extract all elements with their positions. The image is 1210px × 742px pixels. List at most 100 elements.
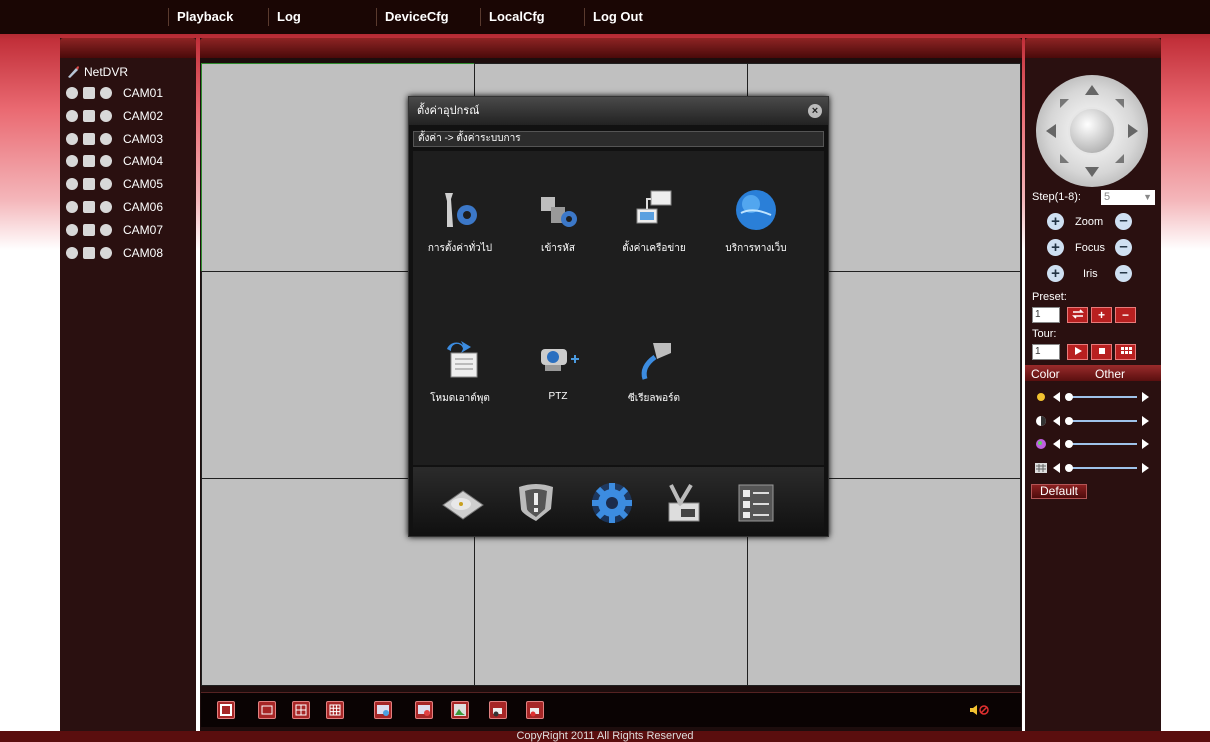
record-icon[interactable] (83, 132, 95, 145)
arrow-right-icon[interactable] (1142, 463, 1149, 473)
camera-item[interactable]: CAM01 (66, 85, 163, 101)
focus-in-button[interactable]: + (1047, 239, 1064, 256)
nav-localcfg[interactable]: LocalCfg (480, 8, 545, 26)
general-settings-item[interactable]: การตั้งค่าทั่วไป (415, 187, 505, 256)
stop-icon[interactable] (66, 201, 78, 213)
iris-open-button[interactable]: + (1047, 265, 1064, 282)
record-icon[interactable] (83, 87, 95, 99)
record-button[interactable] (489, 701, 507, 719)
tour-play-button[interactable] (1067, 344, 1088, 360)
camera-item[interactable]: CAM07 (66, 222, 163, 238)
camera-item[interactable]: CAM08 (66, 245, 163, 261)
zoom-in-button[interactable]: + (1047, 213, 1064, 230)
record-icon[interactable] (83, 223, 95, 236)
ptz-center-button[interactable] (1068, 107, 1116, 155)
network-settings-label: ตั้งค่าเครือข่าย (622, 243, 686, 254)
layout-1-button[interactable] (258, 701, 276, 719)
play-icon[interactable] (100, 246, 112, 259)
record-icon[interactable] (83, 178, 95, 191)
hard-disk-icon[interactable] (439, 481, 485, 525)
hue-slider[interactable] (1053, 463, 1149, 473)
snapshot-button[interactable] (451, 701, 469, 719)
play-icon[interactable] (100, 109, 112, 122)
stop-icon[interactable] (66, 87, 78, 99)
tour-list-button[interactable] (1115, 344, 1136, 360)
saturation-slider[interactable] (1053, 439, 1149, 449)
checklist-icon[interactable] (733, 481, 779, 525)
nav-log[interactable]: Log (268, 8, 301, 26)
encoding-item[interactable]: เข้ารหัส (513, 187, 603, 256)
settings-gear-icon[interactable] (589, 481, 635, 525)
stop-icon[interactable] (66, 178, 78, 191)
play-icon[interactable] (100, 201, 112, 213)
record-icon[interactable] (83, 109, 95, 122)
record-icon[interactable] (83, 155, 95, 168)
dialog-title: ตั้งค่าอุปกรณ์ (417, 105, 480, 117)
layout-4-button[interactable] (292, 701, 310, 719)
ptz-label: PTZ (548, 391, 568, 402)
tour-input[interactable]: 1 (1032, 344, 1060, 360)
play-icon[interactable] (100, 132, 112, 145)
network-settings-item[interactable]: ตั้งค่าเครือข่าย (609, 187, 699, 256)
preset-add-button[interactable]: + (1091, 307, 1112, 323)
hue-icon (1035, 462, 1047, 477)
tools-icon[interactable] (661, 481, 707, 525)
stop-icon[interactable] (66, 223, 78, 236)
zoom-out-button[interactable]: – (1115, 213, 1132, 230)
output-mode-item[interactable]: โหมดเอาต์พุต (415, 337, 505, 406)
preset-input[interactable]: 1 (1032, 307, 1060, 323)
camera-item[interactable]: CAM03 (66, 131, 163, 147)
start-preview-button[interactable] (374, 701, 392, 719)
arrow-left-icon[interactable] (1053, 439, 1060, 449)
ptz-direction-pad[interactable] (1036, 75, 1148, 187)
volume-mute-button[interactable] (969, 703, 991, 720)
record-icon[interactable] (83, 201, 95, 213)
iris-close-button[interactable]: – (1115, 265, 1132, 282)
ptz-item[interactable]: PTZ (513, 337, 603, 402)
nav-devicecfg[interactable]: DeviceCfg (376, 8, 449, 26)
top-nav-bar: Playback Log DeviceCfg LocalCfg Log Out (0, 0, 1210, 34)
tab-other[interactable]: Other (1095, 367, 1125, 381)
camera-item[interactable]: CAM04 (66, 153, 163, 169)
tour-stop-button[interactable] (1091, 344, 1112, 360)
arrow-left-icon[interactable] (1053, 392, 1060, 402)
nav-playback[interactable]: Playback (168, 8, 233, 26)
stop-preview-button[interactable] (415, 701, 433, 719)
stop-icon[interactable] (66, 132, 78, 145)
arrow-left-icon[interactable] (1053, 416, 1060, 426)
layout-9-button[interactable] (326, 701, 344, 719)
tour-label: Tour: (1032, 328, 1057, 340)
preset-remove-button[interactable]: − (1115, 307, 1136, 323)
play-icon[interactable] (100, 178, 112, 191)
stop-icon[interactable] (66, 109, 78, 122)
stop-icon[interactable] (66, 246, 78, 259)
arrow-left-icon[interactable] (1053, 463, 1060, 473)
nine-view-icon (329, 704, 341, 716)
arrow-right-icon[interactable] (1142, 392, 1149, 402)
play-icon[interactable] (100, 223, 112, 236)
web-service-item[interactable]: บริการทางเว็บ (711, 187, 801, 256)
arrow-right-icon[interactable] (1142, 416, 1149, 426)
camera-item[interactable]: CAM06 (66, 199, 163, 215)
nav-logout[interactable]: Log Out (584, 8, 643, 26)
play-icon[interactable] (100, 87, 112, 99)
fullscreen-button[interactable] (217, 701, 235, 719)
contrast-slider[interactable] (1053, 416, 1149, 426)
tab-color[interactable]: Color (1031, 367, 1060, 381)
play-icon[interactable] (100, 155, 112, 168)
camera-item[interactable]: CAM05 (66, 176, 163, 192)
preset-goto-button[interactable] (1067, 307, 1088, 323)
serial-port-item[interactable]: ซีเรียลพอร์ต (609, 337, 699, 406)
tree-root[interactable]: NetDVR (66, 65, 128, 79)
record-icon[interactable] (83, 246, 95, 259)
stop-icon[interactable] (66, 155, 78, 168)
focus-out-button[interactable]: – (1115, 239, 1132, 256)
shield-icon[interactable] (513, 481, 559, 525)
brightness-slider[interactable] (1053, 392, 1149, 402)
stop-record-button[interactable] (526, 701, 544, 719)
step-select[interactable]: 5 ▼ (1101, 190, 1155, 205)
camera-item[interactable]: CAM02 (66, 108, 163, 124)
arrow-right-icon[interactable] (1142, 439, 1149, 449)
default-button[interactable]: Default (1031, 484, 1087, 499)
close-icon[interactable]: × (808, 104, 822, 118)
